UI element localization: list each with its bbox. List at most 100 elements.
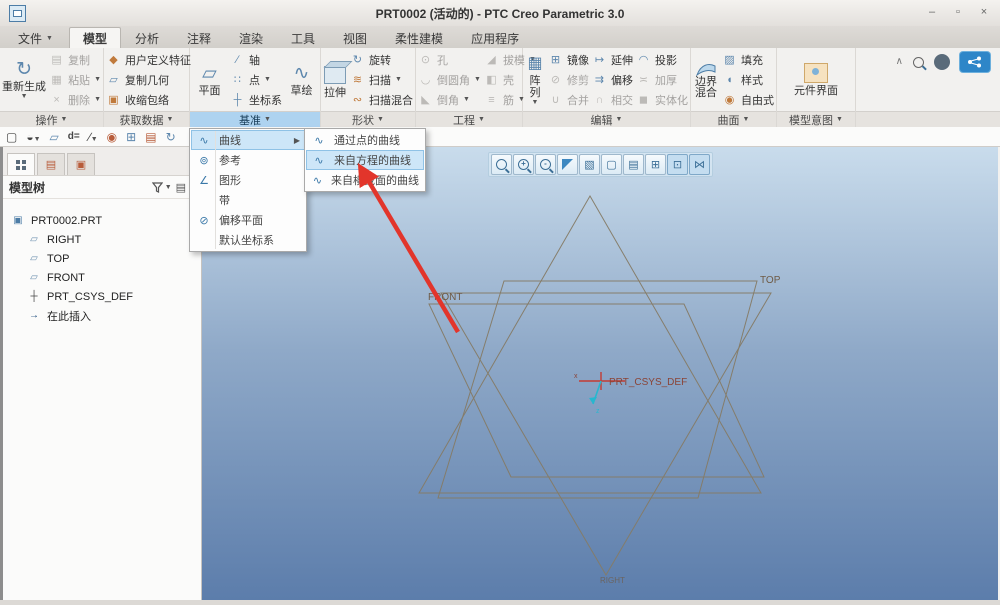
copy-button[interactable]: ▤复制 <box>49 50 101 69</box>
datum-display-filters-icon[interactable]: ⊞ <box>645 154 666 175</box>
group-label-engineering[interactable]: 工程▼ <box>416 111 522 127</box>
hole-button[interactable]: ⊙孔 <box>418 50 481 69</box>
zoom-out-icon[interactable]: - <box>535 154 556 175</box>
boundary-blend-button[interactable]: 边界混合 <box>693 50 719 110</box>
regenerate-button[interactable]: ↻ 重新生成▼ <box>2 50 46 110</box>
thicken-button[interactable]: ≍加厚 <box>636 70 688 89</box>
revolve-button[interactable]: ↻旋转 <box>350 50 413 69</box>
group-label-datum[interactable]: 基准▼ <box>190 111 320 127</box>
tab-flexible-modeling[interactable]: 柔性建模 <box>381 27 457 48</box>
point-button[interactable]: ∷点▼ <box>230 70 282 89</box>
display-plane-icon[interactable]: ▱ <box>50 130 59 144</box>
dimension-icon[interactable]: d= <box>68 131 80 142</box>
maximize-button[interactable]: ▫ <box>950 5 966 19</box>
annotation-display-icon[interactable]: ⊡ <box>667 154 688 175</box>
component-interface-button[interactable]: 元件界面 <box>793 50 839 110</box>
refit-icon[interactable] <box>557 154 578 175</box>
axis-button[interactable]: ∕轴 <box>230 50 282 69</box>
search-icon[interactable] <box>913 57 924 68</box>
style-button[interactable]: ◖样式 <box>722 70 774 89</box>
group-label-shapes[interactable]: 形状▼ <box>321 111 415 127</box>
extend-icon: ↦ <box>592 53 607 66</box>
zoom-in-icon[interactable]: + <box>513 154 534 175</box>
menu-item-references[interactable]: ⊚ 参考 <box>191 150 305 170</box>
new-layer-icon[interactable]: ▢ <box>6 130 17 144</box>
tab-applications[interactable]: 应用程序 <box>457 27 533 48</box>
mirror-icon: ⊞ <box>548 53 563 66</box>
shrinkwrap-button[interactable]: ▣收缩包络 <box>106 90 191 109</box>
component-icon[interactable]: ⊞ <box>126 130 136 144</box>
submenu-item-curve-from-cross-section[interactable]: ∿ 来自横截面的曲线 <box>306 170 424 190</box>
collapse-ribbon-icon[interactable]: ∧ <box>896 57 903 67</box>
submenu-item-curve-through-points[interactable]: ∿ 通过点的曲线 <box>306 130 424 150</box>
menu-item-graph[interactable]: ∠ 图形 <box>191 170 305 190</box>
display-style-icon[interactable]: ▧ <box>579 154 600 175</box>
appearance-sphere-icon[interactable]: ◒▼ <box>26 130 40 144</box>
tab-annotate[interactable]: 注释 <box>173 27 225 48</box>
tree-item-right[interactable]: ▱ RIGHT <box>3 230 201 249</box>
share-network-icon[interactable] <box>960 52 990 72</box>
folder-edit-icon[interactable]: ▤ <box>145 130 156 144</box>
menu-item-default-csys[interactable]: 默认坐标系 <box>191 230 305 250</box>
merge-button[interactable]: ∪合并 <box>548 90 589 109</box>
group-label-get-data[interactable]: 获取数据▼ <box>104 111 189 127</box>
close-button[interactable]: × <box>976 5 992 19</box>
tab-render[interactable]: 渲染 <box>225 27 277 48</box>
csys-button[interactable]: ┼坐标系 <box>230 90 282 109</box>
menu-item-offset-planes[interactable]: ⊘ 偏移平面 <box>191 210 305 230</box>
style-icon: ◖ <box>722 74 737 86</box>
delete-button[interactable]: ×删除▼ <box>49 90 101 109</box>
eraser-icon[interactable]: ∕▼ <box>89 130 98 144</box>
swept-blend-button[interactable]: ∾扫描混合 <box>350 90 413 109</box>
udf-button[interactable]: ◆用户定义特征 <box>106 50 191 69</box>
graphics-area[interactable]: x z FRONT TOP PRT_CSYS_DEF RIGHT + - ▧ ▢… <box>202 147 1000 600</box>
tree-filters-button[interactable]: ▼ <box>152 182 172 193</box>
paste-button[interactable]: ▦粘贴▼ <box>49 70 101 89</box>
group-label-model-intent[interactable]: 模型意图▼ <box>777 111 855 127</box>
submenu-item-curve-from-equation[interactable]: ∿ 来自方程的曲线 <box>306 150 424 170</box>
freestyle-button[interactable]: ◉自由式 <box>722 90 774 109</box>
sketch-button[interactable]: ∿ 草绘 <box>285 50 318 110</box>
tab-analysis[interactable]: 分析 <box>121 27 173 48</box>
trim-button[interactable]: ⊘修剪 <box>548 70 589 89</box>
tree-item-csys[interactable]: ┼ PRT_CSYS_DEF <box>3 287 201 306</box>
group-label-surfaces[interactable]: 曲面▼ <box>691 111 776 127</box>
tab-tools[interactable]: 工具 <box>277 27 329 48</box>
tab-folder-browser[interactable]: ▤ <box>37 153 65 175</box>
plane-button[interactable]: ▱ 平面 <box>192 50 227 110</box>
tab-view[interactable]: 视图 <box>329 27 381 48</box>
group-label-editing[interactable]: 编辑▼ <box>523 111 690 127</box>
menu-item-curve[interactable]: ∿ 曲线 ▶ <box>191 130 305 150</box>
round-button[interactable]: ◡倒圆角▼ <box>418 70 481 89</box>
chamfer-button[interactable]: ◣倒角▼ <box>418 90 481 109</box>
saved-orientations-icon[interactable]: ▢ <box>601 154 622 175</box>
sweep-button[interactable]: ≋扫描▼ <box>350 70 413 89</box>
view-manager-icon[interactable]: ▤ <box>623 154 644 175</box>
gauge-icon[interactable]: ◉ <box>107 130 117 144</box>
pattern-button[interactable]: ▦ 阵列▼ <box>525 50 545 110</box>
zoom-region-icon[interactable] <box>491 154 512 175</box>
tree-item-insert-here[interactable]: → 在此插入 <box>3 306 201 325</box>
tree-item-part[interactable]: ▣ PRT0002.PRT <box>3 211 201 230</box>
tab-model-tree[interactable] <box>7 153 35 175</box>
mirror-button[interactable]: ⊞镜像 <box>548 50 589 69</box>
solidify-button[interactable]: ◼实体化 <box>636 90 688 109</box>
user-icon[interactable] <box>934 54 950 70</box>
project-button[interactable]: ◠投影 <box>636 50 688 69</box>
tree-item-top[interactable]: ▱ TOP <box>3 249 201 268</box>
tab-favorites[interactable]: ▣ <box>67 153 95 175</box>
tree-item-front[interactable]: ▱ FRONT <box>3 268 201 287</box>
redo-icon[interactable]: ↻ <box>166 130 176 144</box>
tab-model[interactable]: 模型 <box>69 27 121 48</box>
file-menu-button[interactable]: 文件▼ <box>8 29 63 48</box>
spin-center-icon[interactable]: ⋈ <box>689 154 710 175</box>
menu-item-ribbon[interactable]: 带 <box>191 190 305 210</box>
offset-button[interactable]: ⇉偏移 <box>592 70 633 89</box>
group-label-operations[interactable]: 操作▼ <box>0 111 103 127</box>
extend-button[interactable]: ↦延伸 <box>592 50 633 69</box>
extrude-button[interactable]: 拉伸 <box>323 50 347 110</box>
copy-geometry-button[interactable]: ▱复制几何 <box>106 70 191 89</box>
intersect-button[interactable]: ∩相交 <box>592 90 633 109</box>
fill-button[interactable]: ▨填充 <box>722 50 774 69</box>
minimize-button[interactable]: – <box>924 5 940 19</box>
